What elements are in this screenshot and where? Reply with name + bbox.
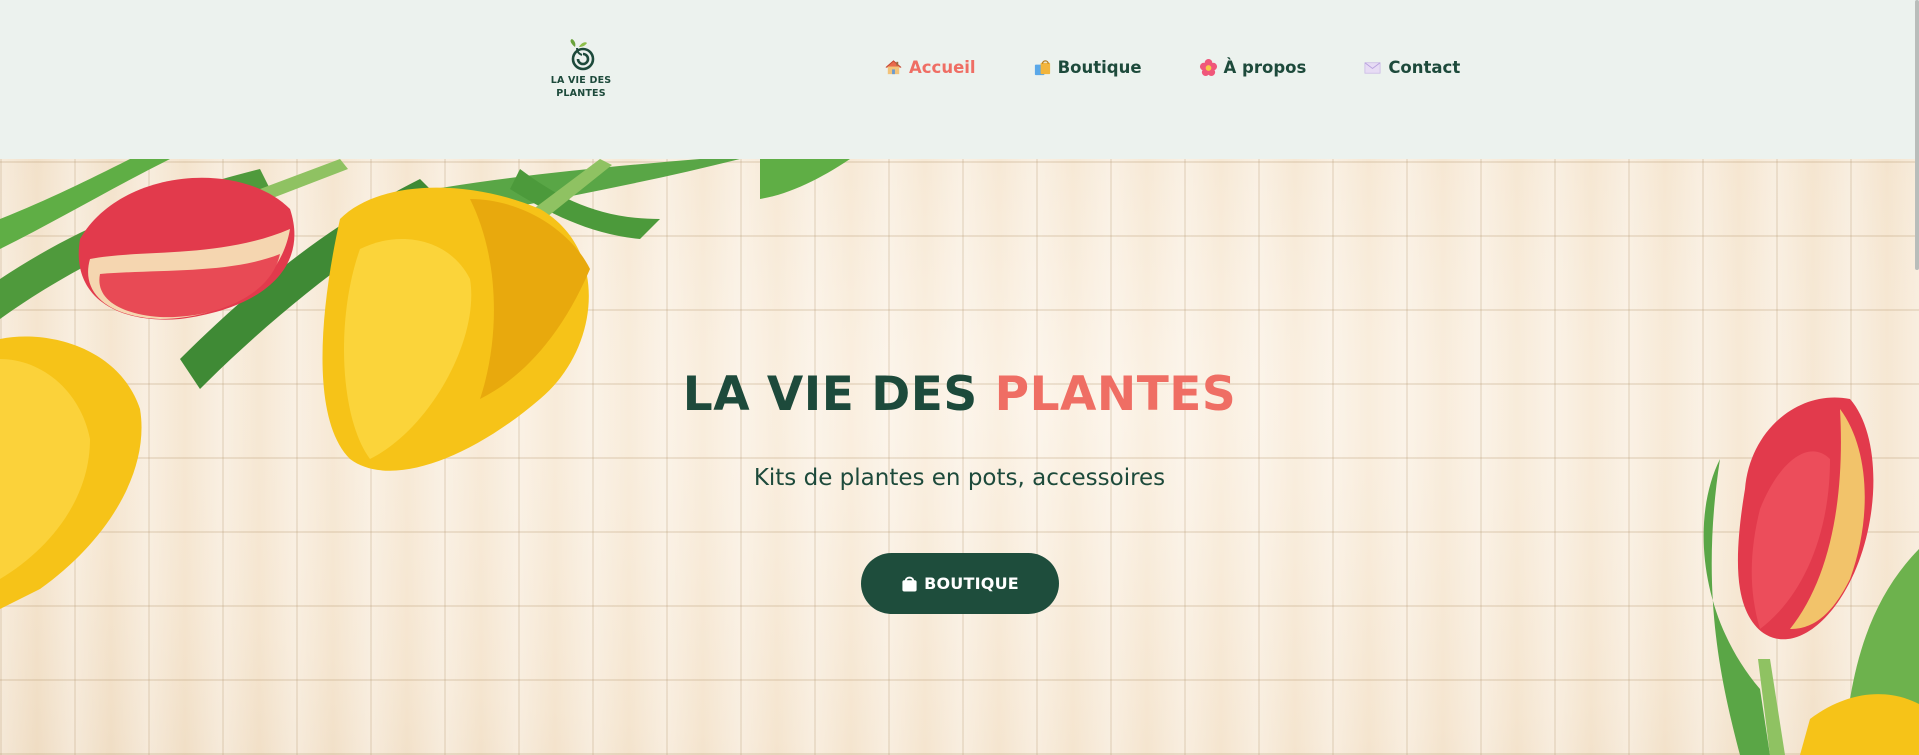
logo-line1: LA VIE DES	[550, 75, 612, 86]
nav-item-contact[interactable]: Contact	[1363, 58, 1460, 77]
hero-title-part1: LA VIE DES	[682, 367, 978, 422]
nav-label-boutique: Boutique	[1057, 58, 1142, 77]
nav-label-accueil: Accueil	[909, 58, 976, 77]
hero-section: LA VIE DES PLANTES Kits de plantes en po…	[0, 159, 1919, 755]
logo-line2: PLANTES	[556, 88, 606, 99]
boutique-button-label: BOUTIQUE	[924, 574, 1019, 593]
shopping-bags-icon	[1033, 58, 1052, 77]
plant-logo-icon	[570, 39, 595, 71]
shopping-bag-icon	[901, 575, 918, 593]
hero-subtitle: Kits de plantes en pots, accessoires	[753, 465, 1166, 491]
boutique-button[interactable]: BOUTIQUE	[861, 553, 1059, 614]
nav-label-contact: Contact	[1388, 58, 1461, 77]
main-nav: Accueil Boutique À propos Contact	[884, 58, 1460, 77]
logo-text: LA VIE DES PLANTES	[551, 74, 612, 100]
flower-icon	[1199, 58, 1218, 77]
nav-item-accueil[interactable]: Accueil	[884, 58, 976, 77]
hero-title: LA VIE DES PLANTES	[0, 367, 1919, 422]
nav-item-boutique[interactable]: Boutique	[1033, 58, 1142, 77]
page-scrollbar[interactable]	[1915, 0, 1919, 270]
nav-item-a-propos[interactable]: À propos	[1199, 58, 1307, 77]
site-logo[interactable]: LA VIE DES PLANTES	[548, 38, 614, 100]
house-icon	[884, 58, 903, 77]
envelope-icon	[1363, 58, 1382, 77]
hero-content: LA VIE DES PLANTES Kits de plantes en po…	[0, 159, 1919, 755]
site-header: LA VIE DES PLANTES Accueil Boutique À pr…	[0, 0, 1919, 159]
nav-label-a-propos: À propos	[1223, 58, 1307, 77]
hero-title-part2: PLANTES	[994, 367, 1237, 422]
